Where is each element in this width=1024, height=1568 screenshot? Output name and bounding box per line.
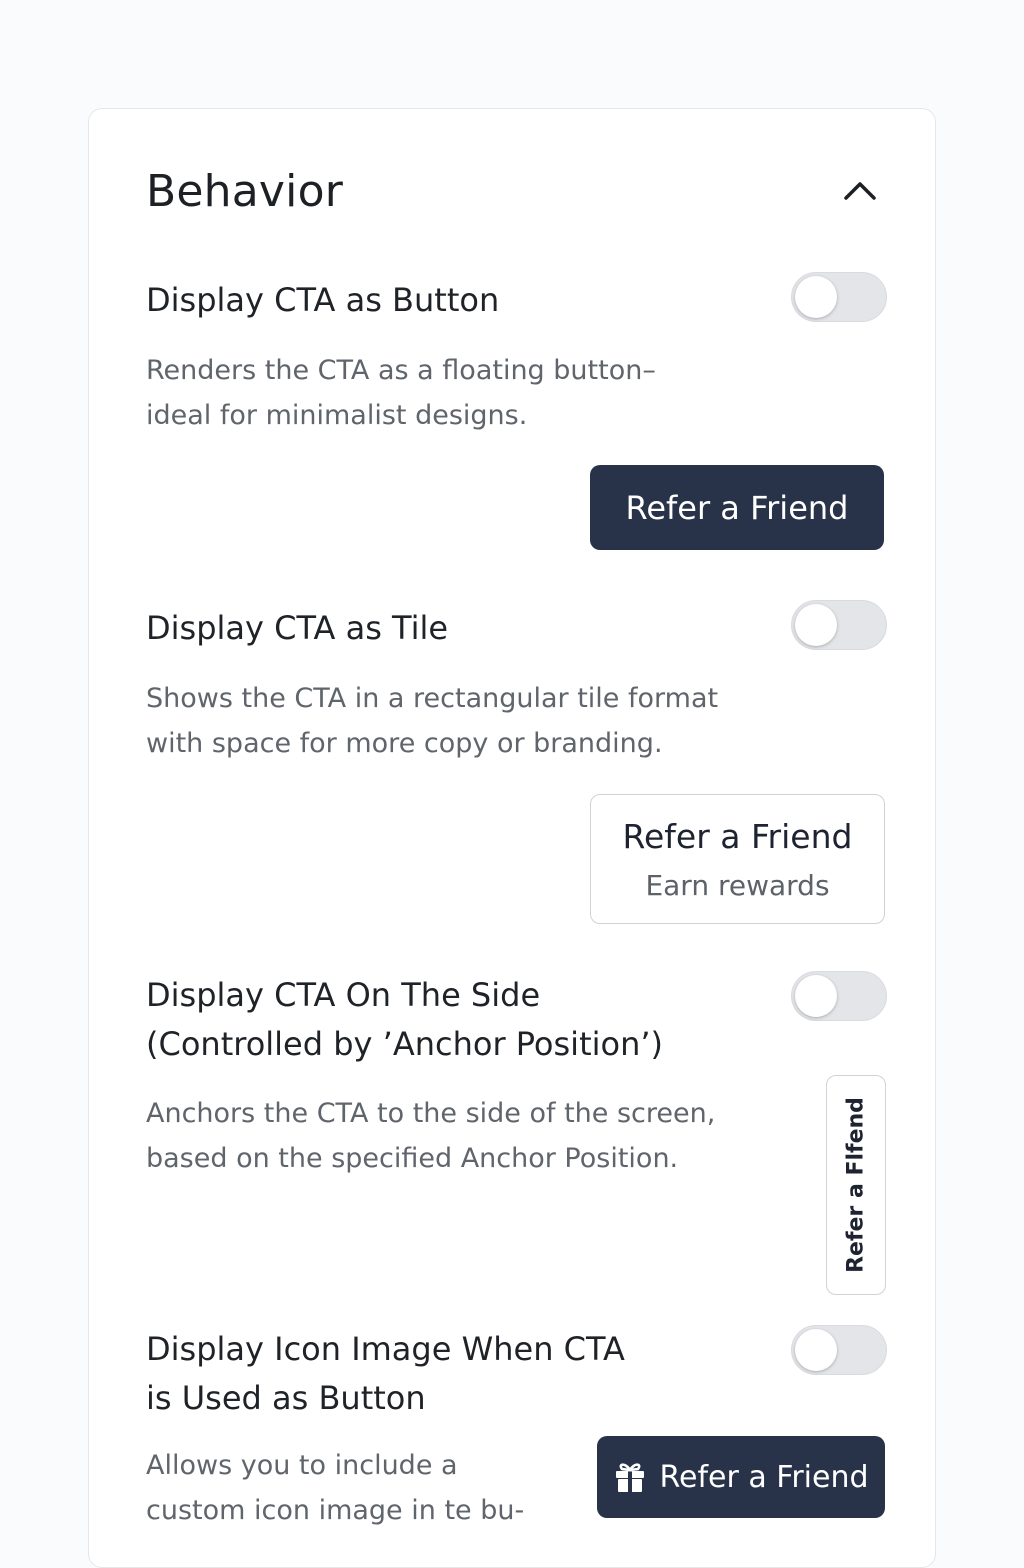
chevron-up-icon[interactable] xyxy=(842,176,878,204)
option-side-description-line: based on the specified Anchor Position. xyxy=(146,1143,679,1174)
option-icon-description: Allows you to include a custom icon imag… xyxy=(146,1443,524,1533)
option-button-description-line: ideal for minimalist designs. xyxy=(146,400,528,431)
option-side-title: Display CTA On The Side (Controlled by ’… xyxy=(146,971,663,1069)
section-title: Behavior xyxy=(146,166,343,217)
option-side-description: Anchors the CTA to the side of the scree… xyxy=(146,1091,715,1181)
tile-sublabel: Earn rewards xyxy=(645,869,830,902)
option-button-description-line: Renders the CTA as a floating button– xyxy=(146,355,656,386)
option-button-description: Renders the CTA as a floating button– id… xyxy=(146,348,656,438)
option-tile-title-line: Display CTA as Tile xyxy=(146,609,449,647)
toggle-knob xyxy=(795,276,837,318)
option-tile-description-line: with space for more copy or branding. xyxy=(146,728,663,759)
option-side-description-line: Anchors the CTA to the side of the scree… xyxy=(146,1098,716,1129)
preview-label: Refer a Friend xyxy=(659,1459,869,1495)
toggle-knob xyxy=(795,604,837,646)
toggle-knob xyxy=(795,975,837,1017)
option-icon-title: Display Icon Image When CTA is Used as B… xyxy=(146,1325,625,1423)
option-button-title: Display CTA as Button xyxy=(146,276,499,325)
option-icon-description-line: custom icon image in te bu- xyxy=(146,1495,525,1526)
gift-icon xyxy=(613,1460,647,1494)
refer-a-friend-tile-preview[interactable]: Refer a Friend Earn rewards xyxy=(590,794,885,924)
refer-a-friend-side-tab-preview[interactable]: Refer a Flfend xyxy=(826,1075,886,1295)
toggle-display-cta-side[interactable] xyxy=(791,971,887,1021)
option-tile-description: Shows the CTA in a rectangular tile form… xyxy=(146,676,718,766)
toggle-display-cta-tile[interactable] xyxy=(791,600,887,650)
option-tile-title: Display CTA as Tile xyxy=(146,604,448,653)
option-icon-title-line: is Used as Button xyxy=(146,1379,426,1417)
option-button-title-line: Display CTA as Button xyxy=(146,281,500,319)
option-tile-description-line: Shows the CTA in a rectangular tile form… xyxy=(146,683,719,714)
side-tab-label: Refer a Flfend xyxy=(843,1097,869,1273)
tile-label: Refer a Friend xyxy=(622,817,853,856)
refer-a-friend-button-preview[interactable]: Refer a Friend xyxy=(590,465,884,550)
option-icon-description-line: Allows you to include a xyxy=(146,1450,458,1481)
refer-a-friend-icon-button-preview[interactable]: Refer a Friend xyxy=(597,1436,885,1518)
toggle-display-icon-image[interactable] xyxy=(791,1325,887,1375)
toggle-display-cta-button[interactable] xyxy=(791,272,887,322)
option-side-title-line: Display CTA On The Side xyxy=(146,976,541,1014)
option-side-title-line: (Controlled by ’Anchor Position’) xyxy=(146,1025,664,1063)
option-icon-title-line: Display Icon Image When CTA xyxy=(146,1330,625,1368)
toggle-knob xyxy=(795,1329,837,1371)
preview-label: Refer a Friend xyxy=(625,488,849,527)
